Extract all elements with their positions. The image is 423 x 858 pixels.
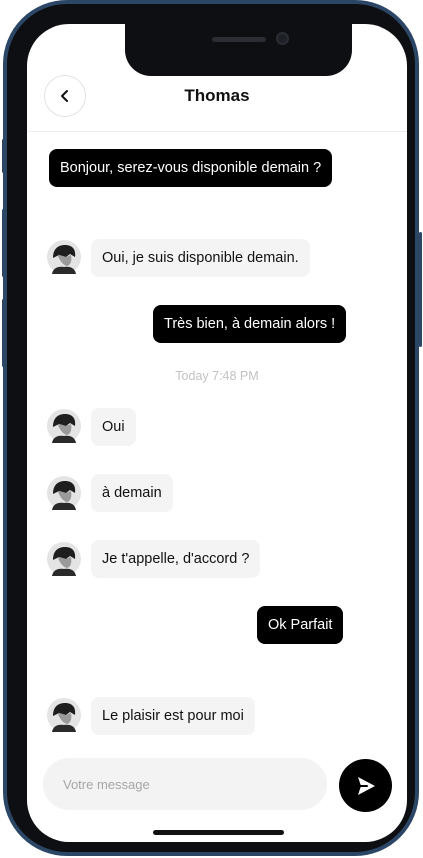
message-sent[interactable]: Très bien, à demain alors ! [153, 305, 347, 343]
side-button-left-top [2, 139, 5, 173]
contact-name: Thomas [184, 86, 250, 105]
message-received[interactable]: Oui [91, 408, 136, 446]
message-timestamp: Today 7:48 PM [175, 369, 259, 383]
message-received[interactable]: Le plaisir est pour moi [91, 697, 255, 735]
message-sent[interactable]: Ok Parfait [257, 606, 344, 644]
chat-header: Thomas [27, 73, 407, 132]
send-icon [357, 776, 375, 795]
avatar [47, 542, 81, 576]
notch [125, 24, 352, 76]
side-button-right [419, 232, 422, 347]
message-received[interactable]: Oui, je suis disponible demain. [91, 239, 310, 277]
home-indicator [153, 830, 284, 835]
side-button-left-bottom [2, 299, 5, 367]
message-composer [43, 758, 327, 810]
avatar [47, 476, 81, 510]
camera-icon [276, 32, 289, 45]
avatar [47, 698, 81, 732]
message-sent[interactable]: Bonjour, serez-vous disponible demain ? [49, 149, 333, 187]
message-input[interactable] [43, 758, 313, 810]
send-button[interactable] [339, 759, 392, 812]
avatar [47, 409, 81, 443]
speaker [212, 37, 266, 42]
message-received[interactable]: à demain [91, 474, 173, 512]
avatar [47, 240, 81, 274]
screen: Thomas Bonjour, serez-vous disponible de… [27, 24, 407, 842]
phone-frame: Thomas Bonjour, serez-vous disponible de… [2, 0, 422, 856]
side-button-left-mid [2, 209, 5, 277]
message-received[interactable]: Je t'appelle, d'accord ? [91, 540, 261, 578]
